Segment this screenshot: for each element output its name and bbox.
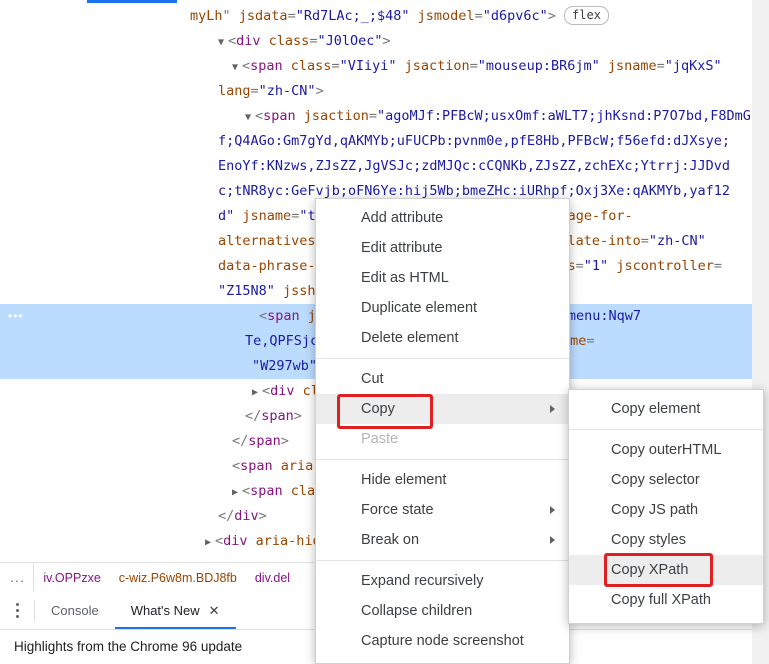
menu-item-force-state[interactable]: Force state xyxy=(316,495,569,525)
submenu-item-copy-full-xpath[interactable]: Copy full XPath xyxy=(569,585,763,615)
menu-item-delete-element[interactable]: Delete element xyxy=(316,323,569,353)
menu-item-label: Copy XPath xyxy=(611,562,688,578)
submenu-arrow-icon xyxy=(550,536,555,544)
drawer-tab-console[interactable]: Console xyxy=(35,593,115,629)
menu-item-break-on[interactable]: Break on xyxy=(316,525,569,555)
menu-item-label: Cut xyxy=(361,371,384,387)
menu-item-expand-recursively[interactable]: Expand recursively xyxy=(316,566,569,596)
active-tab-indicator xyxy=(87,0,177,3)
menu-item-duplicate-element[interactable]: Duplicate element xyxy=(316,293,569,323)
menu-item-label: Force state xyxy=(361,502,434,518)
breadcrumb-item-2[interactable]: div.del xyxy=(246,571,299,585)
menu-item-label: Paste xyxy=(361,431,398,447)
submenu-item-copy-outerhtml[interactable]: Copy outerHTML xyxy=(569,435,763,465)
dom-tree-line[interactable]: f;Q4AGo:Gm7gYd,qAKMYb;uFUCPb:pvnm0e,pfE8… xyxy=(0,129,752,154)
menu-item-label: Expand recursively xyxy=(361,573,484,589)
menu-separator xyxy=(316,560,569,561)
drawer-tab-whats-new[interactable]: What's New ✕ xyxy=(115,593,236,629)
dom-tree-line[interactable]: ▼<div class="J0lOec"> xyxy=(0,29,752,54)
dom-tree-line[interactable]: EnoYf:KNzws,ZJsZZ,JgVSJc;zdMJQc:cCQNKb,Z… xyxy=(0,154,752,179)
menu-item-label: Edit as HTML xyxy=(361,270,449,286)
menu-item-edit-attribute[interactable]: Edit attribute xyxy=(316,233,569,263)
menu-item-copy[interactable]: Copy xyxy=(316,394,569,424)
menu-item-label: Add attribute xyxy=(361,210,443,226)
submenu-item-copy-element[interactable]: Copy element xyxy=(569,394,763,424)
menu-item-edit-as-html[interactable]: Edit as HTML xyxy=(316,263,569,293)
menu-item-hide-element[interactable]: Hide element xyxy=(316,465,569,495)
menu-item-label: Edit attribute xyxy=(361,240,442,256)
submenu-item-copy-js-path[interactable]: Copy JS path xyxy=(569,495,763,525)
dom-tree-line[interactable]: ▼<span class="VIiyi" jsaction="mouseup:B… xyxy=(0,54,752,79)
whats-new-headline: Highlights from the Chrome 96 update xyxy=(14,639,242,654)
menu-item-collapse-children[interactable]: Collapse children xyxy=(316,596,569,626)
menu-item-cut[interactable]: Cut xyxy=(316,364,569,394)
element-context-menu[interactable]: Add attribute Edit attribute Edit as HTML D… xyxy=(315,198,570,664)
menu-item-capture-node-screenshot[interactable]: Capture node screenshot xyxy=(316,626,569,656)
menu-item-label: Copy element xyxy=(611,401,700,417)
menu-item-label: Collapse children xyxy=(361,603,472,619)
kebab-dot xyxy=(16,609,19,612)
menu-item-label: Copy outerHTML xyxy=(611,442,721,458)
menu-item-label: Delete element xyxy=(361,330,459,346)
drawer-tab-label: What's New xyxy=(131,603,200,618)
menu-item-label: Hide element xyxy=(361,472,446,488)
menu-item-add-attribute[interactable]: Add attribute xyxy=(316,203,569,233)
copy-submenu[interactable]: Copy element Copy outerHTML Copy selector C… xyxy=(568,389,764,624)
dom-tree-line[interactable]: lang="zh-CN"> xyxy=(0,79,752,104)
breadcrumb-overflow-button[interactable]: ... xyxy=(0,570,33,585)
dom-tree-line[interactable]: myLh" jsdata="Rd7LAc;_;$48" jsmodel="d6p… xyxy=(0,4,752,29)
menu-item-label: Copy selector xyxy=(611,472,700,488)
submenu-arrow-icon xyxy=(550,405,555,413)
selected-node-badge: ••• xyxy=(8,312,24,321)
menu-separator xyxy=(316,358,569,359)
menu-item-paste: Paste xyxy=(316,424,569,454)
menu-item-label: Copy JS path xyxy=(611,502,698,518)
menu-item-label: Copy styles xyxy=(611,532,686,548)
menu-separator xyxy=(316,459,569,460)
close-icon[interactable]: ✕ xyxy=(209,604,220,617)
submenu-item-copy-selector[interactable]: Copy selector xyxy=(569,465,763,495)
kebab-dot xyxy=(16,615,19,618)
kebab-dot xyxy=(16,603,19,606)
more-tools-kebab-icon[interactable] xyxy=(0,592,34,629)
dom-tree-line[interactable]: ▼<span jsaction="agoMJf:PFBcW;usxOmf:aWL… xyxy=(0,104,752,129)
menu-item-label: Copy full XPath xyxy=(611,592,711,608)
menu-item-label: Duplicate element xyxy=(361,300,477,316)
submenu-item-copy-xpath[interactable]: Copy XPath xyxy=(569,555,763,585)
drawer-tab-label: Console xyxy=(51,603,99,618)
menu-item-label: Copy xyxy=(361,401,395,417)
breadcrumb-item-1[interactable]: c-wiz.P6w8m.BDJ8fb xyxy=(110,571,246,585)
menu-item-label: Break on xyxy=(361,532,419,548)
menu-separator xyxy=(569,429,763,430)
submenu-arrow-icon xyxy=(550,506,555,514)
breadcrumb-item-0[interactable]: iv.OPPzxe xyxy=(34,571,109,585)
menu-item-label: Capture node screenshot xyxy=(361,633,524,649)
submenu-item-copy-styles[interactable]: Copy styles xyxy=(569,525,763,555)
